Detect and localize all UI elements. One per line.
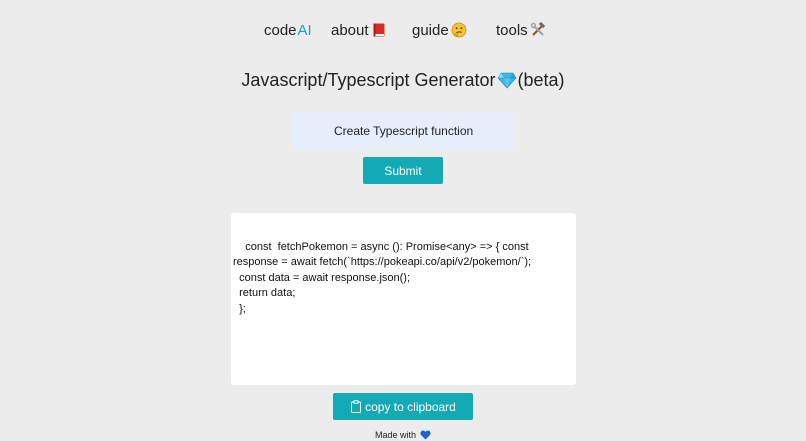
footer-text: Made with <box>374 429 417 440</box>
brand-accent: AI <box>297 21 312 39</box>
nav-about-label: about <box>331 21 369 39</box>
page-title-main: Javascript/Typescript Generator <box>241 69 496 90</box>
gem-icon <box>497 70 517 90</box>
copy-button-label: copy to clipboard <box>365 399 456 414</box>
code-output-text: const fetchPokemon = async (): Promise<a… <box>233 240 532 315</box>
thinking-face-icon <box>451 22 467 38</box>
copy-to-clipboard-button[interactable]: copy to clipboard <box>333 393 473 420</box>
footer: Made with <box>0 428 806 441</box>
submit-button[interactable]: Submit <box>363 157 443 184</box>
red-book-icon <box>371 22 387 38</box>
nav-tools-label: tools <box>496 21 528 39</box>
nav-tools-link[interactable]: tools <box>496 19 546 41</box>
nav-guide-link[interactable]: guide <box>412 19 467 41</box>
hammer-wrench-icon <box>530 22 546 38</box>
blue-heart-icon <box>420 429 431 440</box>
clipboard-icon <box>350 400 362 413</box>
nav-guide-label: guide <box>412 21 449 39</box>
top-nav: code AI about guide tools <box>0 19 806 41</box>
brand-prefix: code <box>264 21 297 39</box>
page-title: Javascript/Typescript Generator (beta) <box>0 68 806 92</box>
resize-grip-icon[interactable] <box>569 378 575 384</box>
nav-about-link[interactable]: about <box>331 19 387 41</box>
prompt-input[interactable] <box>292 112 514 149</box>
page-title-suffix: (beta) <box>517 69 565 90</box>
code-output-textarea[interactable]: const fetchPokemon = async (): Promise<a… <box>231 213 576 385</box>
brand-logo-link[interactable]: code AI <box>264 19 312 41</box>
page: code AI about guide tools Javascript/Typ… <box>0 0 806 441</box>
